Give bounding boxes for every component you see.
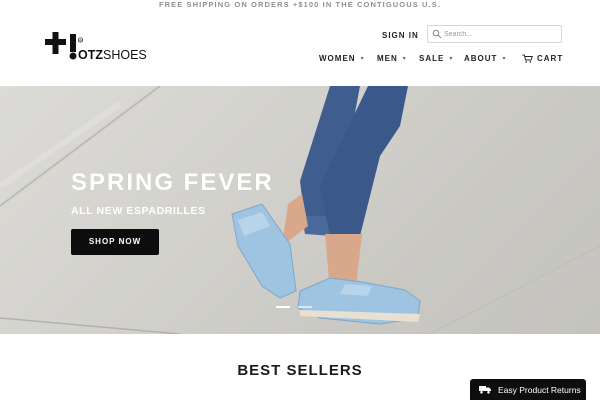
nav-about-label: ABOUT: [464, 53, 498, 63]
search-input[interactable]: [444, 27, 558, 41]
slide-indicator-1[interactable]: [276, 306, 290, 308]
svg-text:OTZ: OTZ: [78, 48, 103, 62]
cart-icon: [522, 54, 533, 63]
nav-women-label: WOMEN: [319, 53, 356, 63]
brand-logo[interactable]: R OTZ SHOES: [42, 30, 152, 64]
nav-men[interactable]: MEN ▾: [377, 52, 407, 64]
section-title: BEST SELLERS: [237, 362, 363, 379]
slider-pagination: [276, 306, 312, 308]
hero-subtitle: ALL NEW ESPADRILLES: [71, 205, 206, 217]
nav-about[interactable]: ABOUT ▾: [464, 52, 506, 64]
nav-women[interactable]: WOMEN ▾: [319, 52, 365, 64]
svg-text:SHOES: SHOES: [103, 48, 147, 62]
site-header: R OTZ SHOES SIGN IN WOMEN ▾ MEN ▾ SALE ▾…: [0, 12, 600, 86]
shop-now-button[interactable]: SHOP NOW: [71, 229, 159, 255]
shipping-announcement: FREE SHIPPING ON ORDERS +$100 IN THE CON…: [158, 0, 442, 9]
cart-label: CART: [537, 53, 564, 63]
cart-link[interactable]: CART: [522, 52, 563, 64]
hero-title: SPRING FEVER: [71, 169, 274, 196]
sign-in-link[interactable]: SIGN IN: [382, 31, 419, 40]
nav-men-label: MEN: [377, 53, 398, 63]
search-icon: [432, 29, 442, 39]
chevron-down-icon: ▾: [502, 55, 507, 62]
chevron-down-icon: ▾: [449, 55, 454, 62]
truck-icon: [479, 386, 491, 394]
chevron-down-icon: ▾: [402, 55, 407, 62]
returns-label: Easy Product Returns: [498, 384, 581, 395]
chevron-down-icon: ▾: [360, 55, 365, 62]
easy-returns-badge[interactable]: Easy Product Returns: [470, 379, 586, 400]
nav-sale[interactable]: SALE ▾: [419, 52, 453, 64]
search-box[interactable]: [427, 25, 562, 43]
hero-banner[interactable]: SPRING FEVER ALL NEW ESPADRILLES SHOP NO…: [0, 86, 600, 334]
slide-indicator-2[interactable]: [298, 306, 312, 308]
nav-sale-label: SALE: [419, 53, 445, 63]
